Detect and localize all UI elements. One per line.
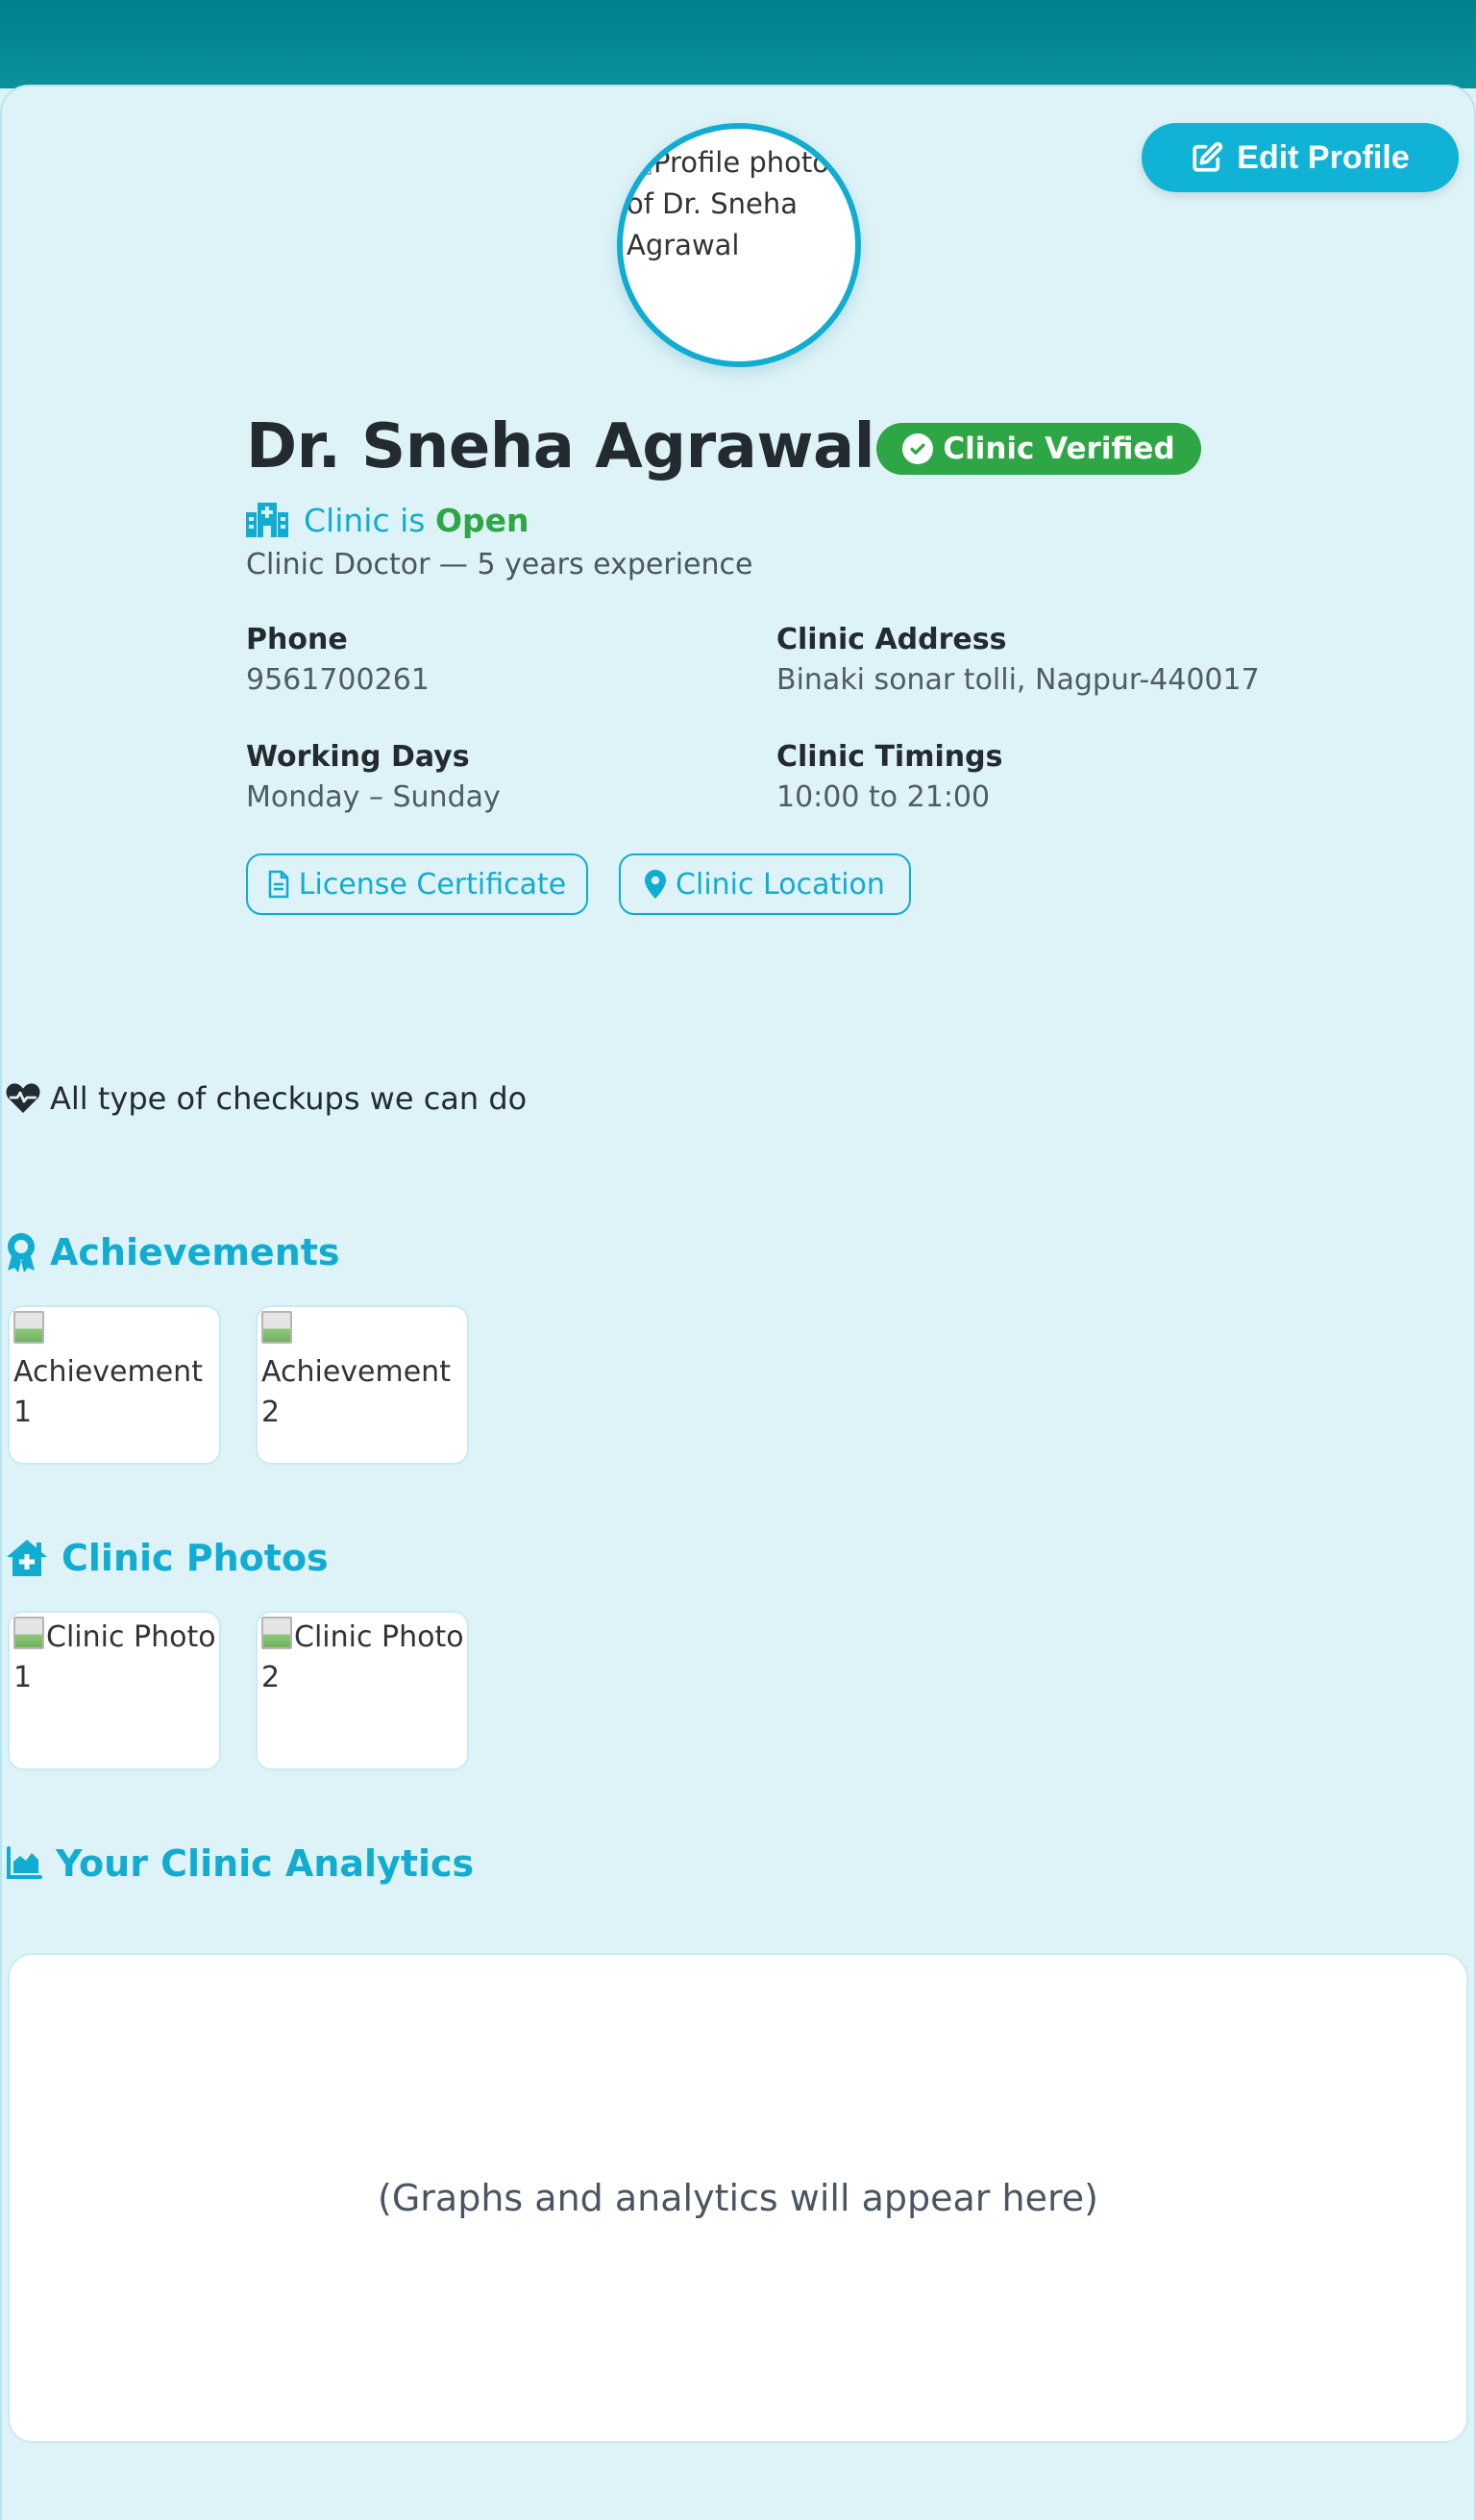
clinic-address-value: Binaki sonar tolli, Nagpur-440017 (776, 663, 1260, 697)
clinic-photo-1-alt: Clinic Photo 1 (13, 1617, 219, 1698)
analytics-title: Your Clinic Analytics (56, 1842, 475, 1885)
clinic-house-icon (6, 1539, 48, 1577)
achievements-heading: Achievements (6, 1228, 340, 1276)
phone-label: Phone (246, 623, 348, 656)
analytics-placeholder: (Graphs and analytics will appear here) (378, 2177, 1098, 2219)
license-certificate-label: License Certificate (298, 867, 567, 902)
clinic-photos-title: Clinic Photos (62, 1537, 329, 1579)
clinic-photos-heading: Clinic Photos (6, 1534, 329, 1582)
achievement-image-2[interactable]: Achievement 2 (256, 1305, 469, 1465)
clinic-photo-1[interactable]: Clinic Photo 1 (8, 1611, 221, 1770)
achievement-image-1[interactable]: Achievement 1 (8, 1305, 221, 1465)
edit-profile-label: Edit Profile (1237, 138, 1410, 176)
clinic-photo-2[interactable]: Clinic Photo 2 (256, 1611, 469, 1770)
clinic-photo-2-alt: Clinic Photo 2 (261, 1617, 467, 1698)
clinic-timings-label: Clinic Timings (776, 740, 1003, 774)
clinic-location-button[interactable]: Clinic Location (619, 853, 911, 915)
clinic-status: Clinic is Open (246, 498, 529, 542)
area-chart-icon (6, 1846, 42, 1881)
file-icon (268, 870, 289, 899)
analytics-panel: (Graphs and analytics will appear here) (8, 1953, 1468, 2443)
analytics-heading: Your Clinic Analytics (6, 1840, 474, 1888)
hospital-icon (246, 503, 288, 537)
award-icon (6, 1232, 37, 1272)
clinic-location-label: Clinic Location (676, 867, 885, 902)
doctor-name: Dr. Sneha Agrawal (246, 411, 875, 482)
about-text: All type of checkups we can do (50, 1080, 528, 1117)
working-days-value: Monday – Sunday (246, 780, 501, 814)
clinic-verified-badge: Clinic Verified (876, 423, 1201, 475)
working-days-label: Working Days (246, 740, 470, 774)
top-header-bar (0, 0, 1476, 88)
achievement-image-2-alt: Achievement 2 (261, 1311, 467, 1433)
about-clinic: All type of checkups we can do (6, 1076, 527, 1121)
clinic-address-label: Clinic Address (776, 623, 1007, 656)
verified-badge-label: Clinic Verified (943, 432, 1175, 466)
profile-photo-alt-text: Profile photo of Dr. Sneha Agrawal (627, 142, 855, 266)
clinic-status-value: Open (434, 501, 529, 539)
achievements-title: Achievements (50, 1231, 340, 1273)
clinic-timings-value: 10:00 to 21:00 (776, 780, 991, 814)
check-circle-icon (902, 433, 934, 464)
edit-profile-button[interactable]: Edit Profile (1142, 123, 1459, 192)
phone-value: 9561700261 (246, 663, 430, 697)
heart-pulse-icon (6, 1083, 40, 1114)
edit-icon (1191, 141, 1223, 174)
clinic-status-prefix: Clinic is (304, 501, 426, 539)
license-certificate-button[interactable]: License Certificate (246, 853, 588, 915)
map-pin-icon (645, 870, 667, 899)
profile-photo: Profile photo of Dr. Sneha Agrawal (617, 123, 861, 367)
doctor-specialty: Clinic Doctor — 5 years experience (246, 548, 753, 581)
achievement-image-1-alt: Achievement 1 (13, 1311, 219, 1433)
